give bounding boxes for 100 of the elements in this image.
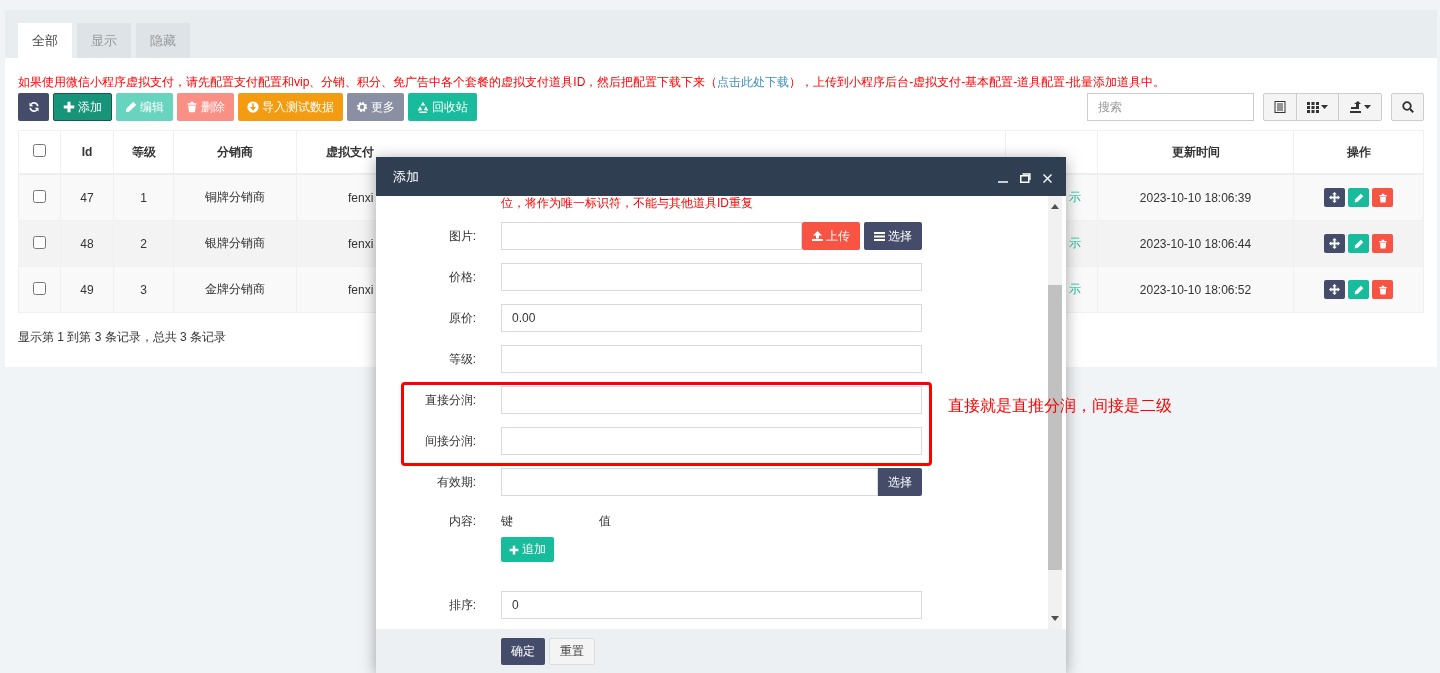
- column-header: 键: [501, 513, 514, 529]
- trash-icon: [1377, 238, 1388, 249]
- row-checkbox[interactable]: [33, 189, 46, 203]
- column-header: 操作: [1346, 144, 1371, 159]
- more-button[interactable]: 更多: [347, 93, 404, 121]
- field-label: 间接分润:: [423, 432, 476, 450]
- table-cell: 1: [140, 190, 147, 205]
- input-field[interactable]: [501, 222, 802, 250]
- input-field[interactable]: [501, 468, 878, 496]
- table-cell: 2: [140, 236, 147, 251]
- search-icon: [1401, 101, 1414, 113]
- annotation-text: 直接就是直推分润，间接是二级: [948, 396, 1172, 416]
- append-button[interactable]: 追加: [501, 537, 554, 562]
- table-cell: 2023-10-10 18:06:39: [1139, 190, 1252, 205]
- delete-button[interactable]: [1372, 188, 1393, 207]
- caret-icon: [1364, 105, 1371, 109]
- field-label: 图片:: [447, 227, 476, 245]
- trash-icon: [1377, 284, 1388, 295]
- field-label: 原价:: [447, 309, 476, 327]
- choose-button[interactable]: 选择: [878, 468, 922, 496]
- select-all-checkbox[interactable]: [33, 144, 46, 157]
- column-header: 虚拟支付: [326, 144, 374, 159]
- download-circle-icon: [247, 101, 259, 113]
- input-field[interactable]: [501, 386, 922, 414]
- scroll-up-icon: [1051, 204, 1059, 209]
- column-header: 等级: [131, 144, 156, 159]
- input-field[interactable]: 0: [501, 591, 922, 619]
- move-icon: [1329, 192, 1340, 203]
- field-label: 等级:: [447, 350, 476, 368]
- scroll-down-icon: [1051, 616, 1059, 621]
- move-icon: [1329, 284, 1340, 295]
- delete-button[interactable]: [1372, 234, 1393, 253]
- row-checkbox[interactable]: [33, 235, 46, 249]
- table-cell: 48: [80, 236, 94, 251]
- move-button[interactable]: [1324, 280, 1345, 299]
- grid-icon: [1307, 101, 1319, 113]
- input-field[interactable]: [501, 427, 922, 455]
- field-label: 直接分润:: [423, 391, 476, 409]
- status-text: 示: [1069, 282, 1081, 296]
- table-cell: fenxi: [348, 190, 374, 205]
- input-field[interactable]: [501, 263, 922, 291]
- table-cell: 铜牌分销商: [205, 190, 265, 204]
- table-cell: fenxi: [348, 236, 374, 251]
- tab[interactable]: 显示: [77, 23, 131, 58]
- restore-icon: [1020, 172, 1031, 183]
- close-icon: [1043, 173, 1052, 183]
- table-cell: 49: [80, 282, 94, 297]
- upload-button[interactable]: 上传: [802, 222, 860, 250]
- pencil-icon: [125, 101, 137, 113]
- minimize-icon: [998, 180, 1008, 183]
- column-header: 更新时间: [1171, 144, 1220, 159]
- input-field[interactable]: 0.00: [501, 304, 922, 332]
- upload-icon: [812, 231, 823, 241]
- table-cell: 金牌分销商: [205, 282, 265, 296]
- column-header: 值: [599, 513, 611, 529]
- row-checkbox[interactable]: [33, 281, 46, 295]
- caret-icon: [1321, 105, 1328, 109]
- trash-icon: [186, 101, 198, 113]
- dialog-title: 添加: [393, 167, 420, 186]
- confirm-button[interactable]: 确定: [501, 637, 545, 665]
- table-cell: 2023-10-10 18:06:52: [1139, 282, 1252, 297]
- delete-button[interactable]: [1372, 280, 1393, 299]
- tab[interactable]: 隐藏: [136, 23, 190, 58]
- hint-text: 位，将作为唯一标识符，不能与其他道具ID重复: [500, 196, 754, 210]
- table-cell: 2023-10-10 18:06:44: [1139, 236, 1252, 251]
- gear-icon: [356, 101, 368, 113]
- move-icon: [1329, 238, 1340, 249]
- field-label: 排序:: [447, 596, 476, 614]
- refresh-icon: [27, 101, 40, 113]
- pencil-icon: [1353, 192, 1364, 203]
- notice-text: 如果使用微信小程序虚拟支付，请先配置支付配置和vip、分销、积分、免广告中各个套餐的虚拟支付道具ID，然后把配置下载下来（点击此处下载），上传到小程序后台-虚拟支付-基本配置-道具配置-批量添加道具中。: [18, 74, 1167, 90]
- field-label: 有效期:: [435, 473, 476, 491]
- recycle-bin-button[interactable]: 回收站: [408, 93, 477, 121]
- reset-button[interactable]: 重置: [549, 637, 595, 665]
- tab[interactable]: 全部: [18, 23, 72, 58]
- add-button[interactable]: 添加: [53, 93, 112, 121]
- table-cell: fenxi: [348, 282, 374, 297]
- move-button[interactable]: [1324, 234, 1345, 253]
- column-header: Id: [81, 145, 93, 159]
- column-header: 分销商: [217, 144, 253, 159]
- table-cell: 3: [140, 282, 147, 297]
- download-link[interactable]: 点击此处下载: [717, 75, 790, 89]
- field-label: 价格:: [447, 268, 476, 286]
- plus-icon: [509, 544, 519, 555]
- import-button[interactable]: 导入测试数据: [238, 93, 343, 121]
- list-icon: [874, 231, 885, 241]
- choose-button[interactable]: 选择: [864, 222, 922, 250]
- table-icon: [1274, 101, 1286, 113]
- pencil-icon: [1353, 284, 1364, 295]
- search-button[interactable]: [1391, 93, 1424, 121]
- status-text: 示: [1069, 236, 1081, 250]
- search-field[interactable]: 搜索: [1087, 93, 1254, 121]
- pencil-icon: [1353, 238, 1364, 249]
- input-field[interactable]: [501, 345, 922, 373]
- status-text: 示: [1069, 190, 1081, 204]
- recycle-icon: [417, 101, 429, 113]
- plus-icon: [63, 101, 75, 113]
- move-button[interactable]: [1324, 188, 1345, 207]
- field-label: 内容:: [447, 513, 476, 530]
- refresh-button[interactable]: [18, 93, 49, 121]
